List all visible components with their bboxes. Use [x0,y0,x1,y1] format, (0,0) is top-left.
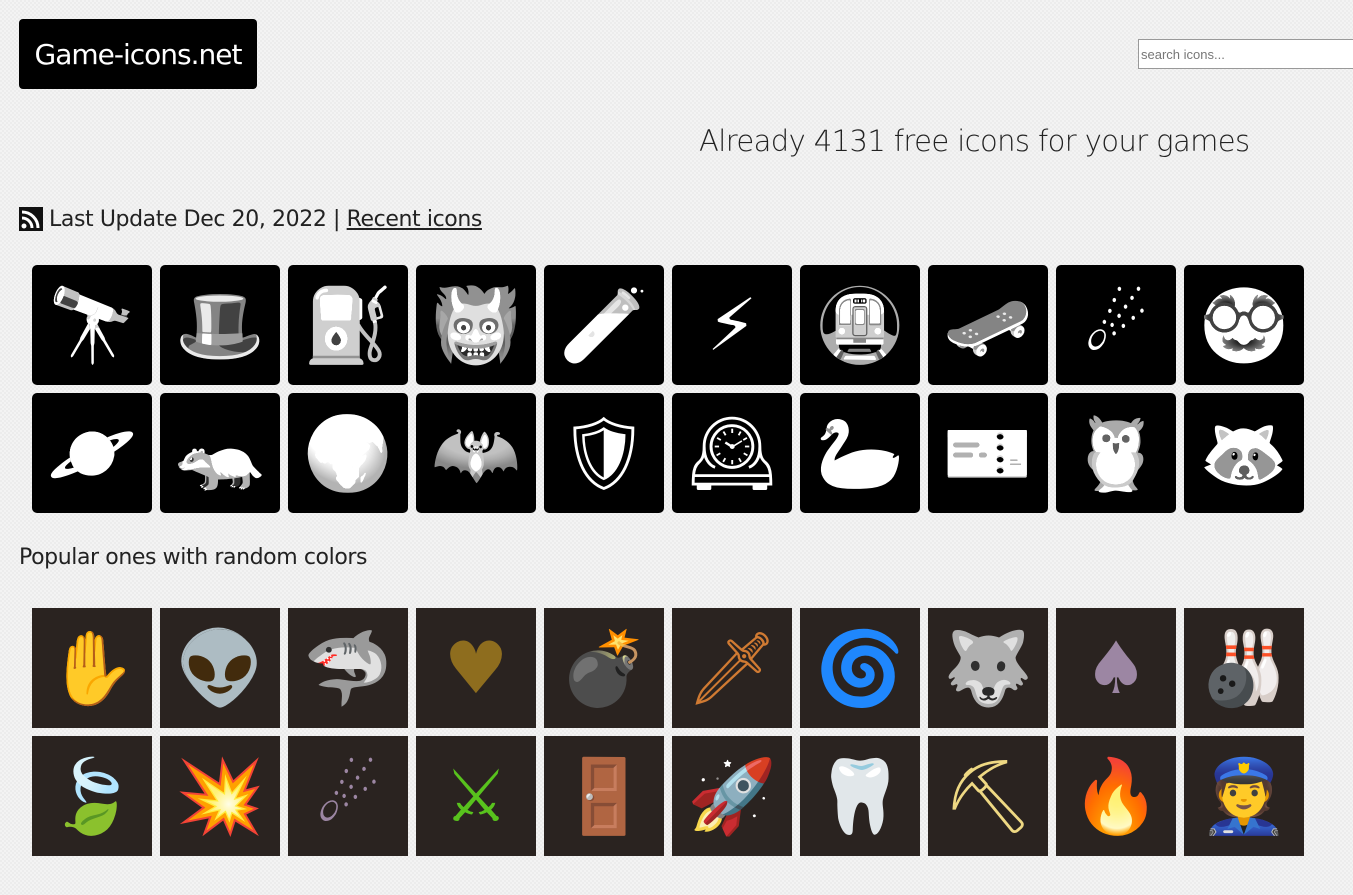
icon-tile[interactable]: 🦇 [416,393,536,513]
last-update-text: Last Update Dec 20, 2022 | [49,206,341,232]
knight-helmet-icon: 🛡 [558,411,650,495]
icon-tile[interactable]: 🦉 [1056,393,1176,513]
icon-tile[interactable]: ✋ [32,608,152,728]
alien-head-icon: 👽 [175,626,265,710]
bomb-icon: 💣 [559,626,649,710]
icon-tile[interactable]: 🐺 [928,608,1048,728]
tagline: Already 4131 free icons for your games [699,124,1250,158]
icon-tile[interactable]: 💣 [544,608,664,728]
icon-tile[interactable]: ♠ [1056,608,1176,728]
skateboard-icon: 🛹 [943,283,1033,367]
owl-icon: 🦉 [1071,411,1161,495]
lightning-pillar-icon: ⚡ [706,283,758,367]
recent-icons-link[interactable]: Recent icons [347,207,483,232]
icon-tile[interactable]: 🥸 [1184,265,1304,385]
crossed-blades-icon: ⚔ [443,754,509,838]
plane-ticket-icon: 🎫 [943,411,1033,495]
icon-tile[interactable]: ⚡ [672,265,792,385]
icon-tile[interactable]: 🚪 [544,736,664,856]
fireball-icon: 🔥 [1071,754,1161,838]
recent-icons-grid: 🔭 🎩 ⛽ 👹 🧪 ⚡ 🚇 🛹 ☄ 🥸 🪐 🦡 🌍 🦇 🛡 🕰 🦢 🎫 🦉 🦝 [32,265,1304,513]
boater-hat-icon: 🎩 [175,283,265,367]
comet-explosion-icon: ☄ [1083,283,1149,367]
wolf-head-icon: 🐺 [943,626,1033,710]
icon-tile[interactable]: 🎫 [928,393,1048,513]
hand-shield-icon: ✋ [47,626,137,710]
bowling-strike-icon: 🎳 [1199,626,1289,710]
clock-tower-icon: 🕰 [686,411,778,495]
site-logo[interactable]: Game-icons.net [19,19,257,89]
icon-tile[interactable]: 🦷 [800,736,920,856]
icon-tile[interactable]: ☄ [1056,265,1176,385]
icon-tile[interactable]: 🚀 [672,736,792,856]
popular-icons-grid: ✋ 👽 🦈 ♥ 💣 🗡 🌀 🐺 ♠ 🎳 🍃 💥 ☄ ⚔ 🚪 🚀 🦷 ⛏ 🔥 👮 [32,608,1304,856]
icon-tile[interactable]: 🍃 [32,736,152,856]
icon-tile[interactable]: 🛡 [544,393,664,513]
icon-tile[interactable]: 🌍 [288,393,408,513]
icon-tile[interactable]: 🦈 [288,608,408,728]
icon-tile[interactable]: 👹 [416,265,536,385]
icon-tile[interactable]: ☄ [288,736,408,856]
icon-tile[interactable]: 🛹 [928,265,1048,385]
icon-tile[interactable]: 🔥 [1056,736,1176,856]
subway-train-icon: 🚇 [815,283,905,367]
person-explosion-icon: 💥 [175,754,265,838]
icon-tile[interactable]: ⛽ [288,265,408,385]
ace-of-spades-icon: ♠ [1083,626,1149,710]
icon-tile[interactable]: 🪐 [32,393,152,513]
jerrycan-siphon-icon: ⛽ [303,283,393,367]
badger-icon: 🦝 [1199,411,1289,495]
search-input[interactable] [1138,39,1353,69]
mine-cart-icon: ⛏ [942,754,1034,838]
icon-tile[interactable]: ⛏ [928,736,1048,856]
orrery-icon: 🪐 [47,411,137,495]
heart-bottle-icon: ♥ [443,626,509,710]
horned-helm-icon: 👹 [431,283,521,367]
triskelion-orb-icon: 🌀 [815,626,905,710]
leaf-sprout-icon: 🍃 [47,754,137,838]
rss-icon[interactable] [19,207,43,231]
bat-face-icon: 🦇 [431,411,521,495]
icon-tile[interactable]: 🦝 [1184,393,1304,513]
groucho-glasses-icon: 🥸 [1199,283,1289,367]
icon-tile[interactable]: 💥 [160,736,280,856]
goose-icon: 🦢 [815,411,905,495]
popular-section-title: Popular ones with random colors [19,545,368,570]
telescope-icon: 🔭 [47,283,137,367]
test-tube-hand-icon: 🧪 [559,283,649,367]
planet-ring-icon: 🌍 [303,411,393,495]
meteor-shower-icon: ☄ [315,754,381,838]
shark-jaws-icon: 🦈 [303,626,393,710]
castle-door-icon: 🚪 [559,754,649,838]
last-update-bar: Last Update Dec 20, 2022 | Recent icons [19,204,482,234]
mole-icon: 🦡 [175,411,265,495]
icon-tile[interactable]: 👽 [160,608,280,728]
icon-tile[interactable]: 🔭 [32,265,152,385]
icon-tile[interactable]: 🌀 [800,608,920,728]
lunar-module-icon: 🚀 [687,754,777,838]
icon-tile[interactable]: ⚔ [416,736,536,856]
icon-tile[interactable]: 🚇 [800,265,920,385]
icon-tile[interactable]: 👮 [1184,736,1304,856]
winged-sword-icon: 🗡 [686,626,778,710]
police-officer-icon: 👮 [1199,754,1289,838]
icon-tile[interactable]: 🕰 [672,393,792,513]
icon-tile[interactable]: 🎳 [1184,608,1304,728]
icon-tile[interactable]: ♥ [416,608,536,728]
icon-tile[interactable]: 🎩 [160,265,280,385]
icon-tile[interactable]: 🦡 [160,393,280,513]
fangs-icon: 🦷 [815,754,905,838]
icon-tile[interactable]: 🗡 [672,608,792,728]
icon-tile[interactable]: 🦢 [800,393,920,513]
icon-tile[interactable]: 🧪 [544,265,664,385]
